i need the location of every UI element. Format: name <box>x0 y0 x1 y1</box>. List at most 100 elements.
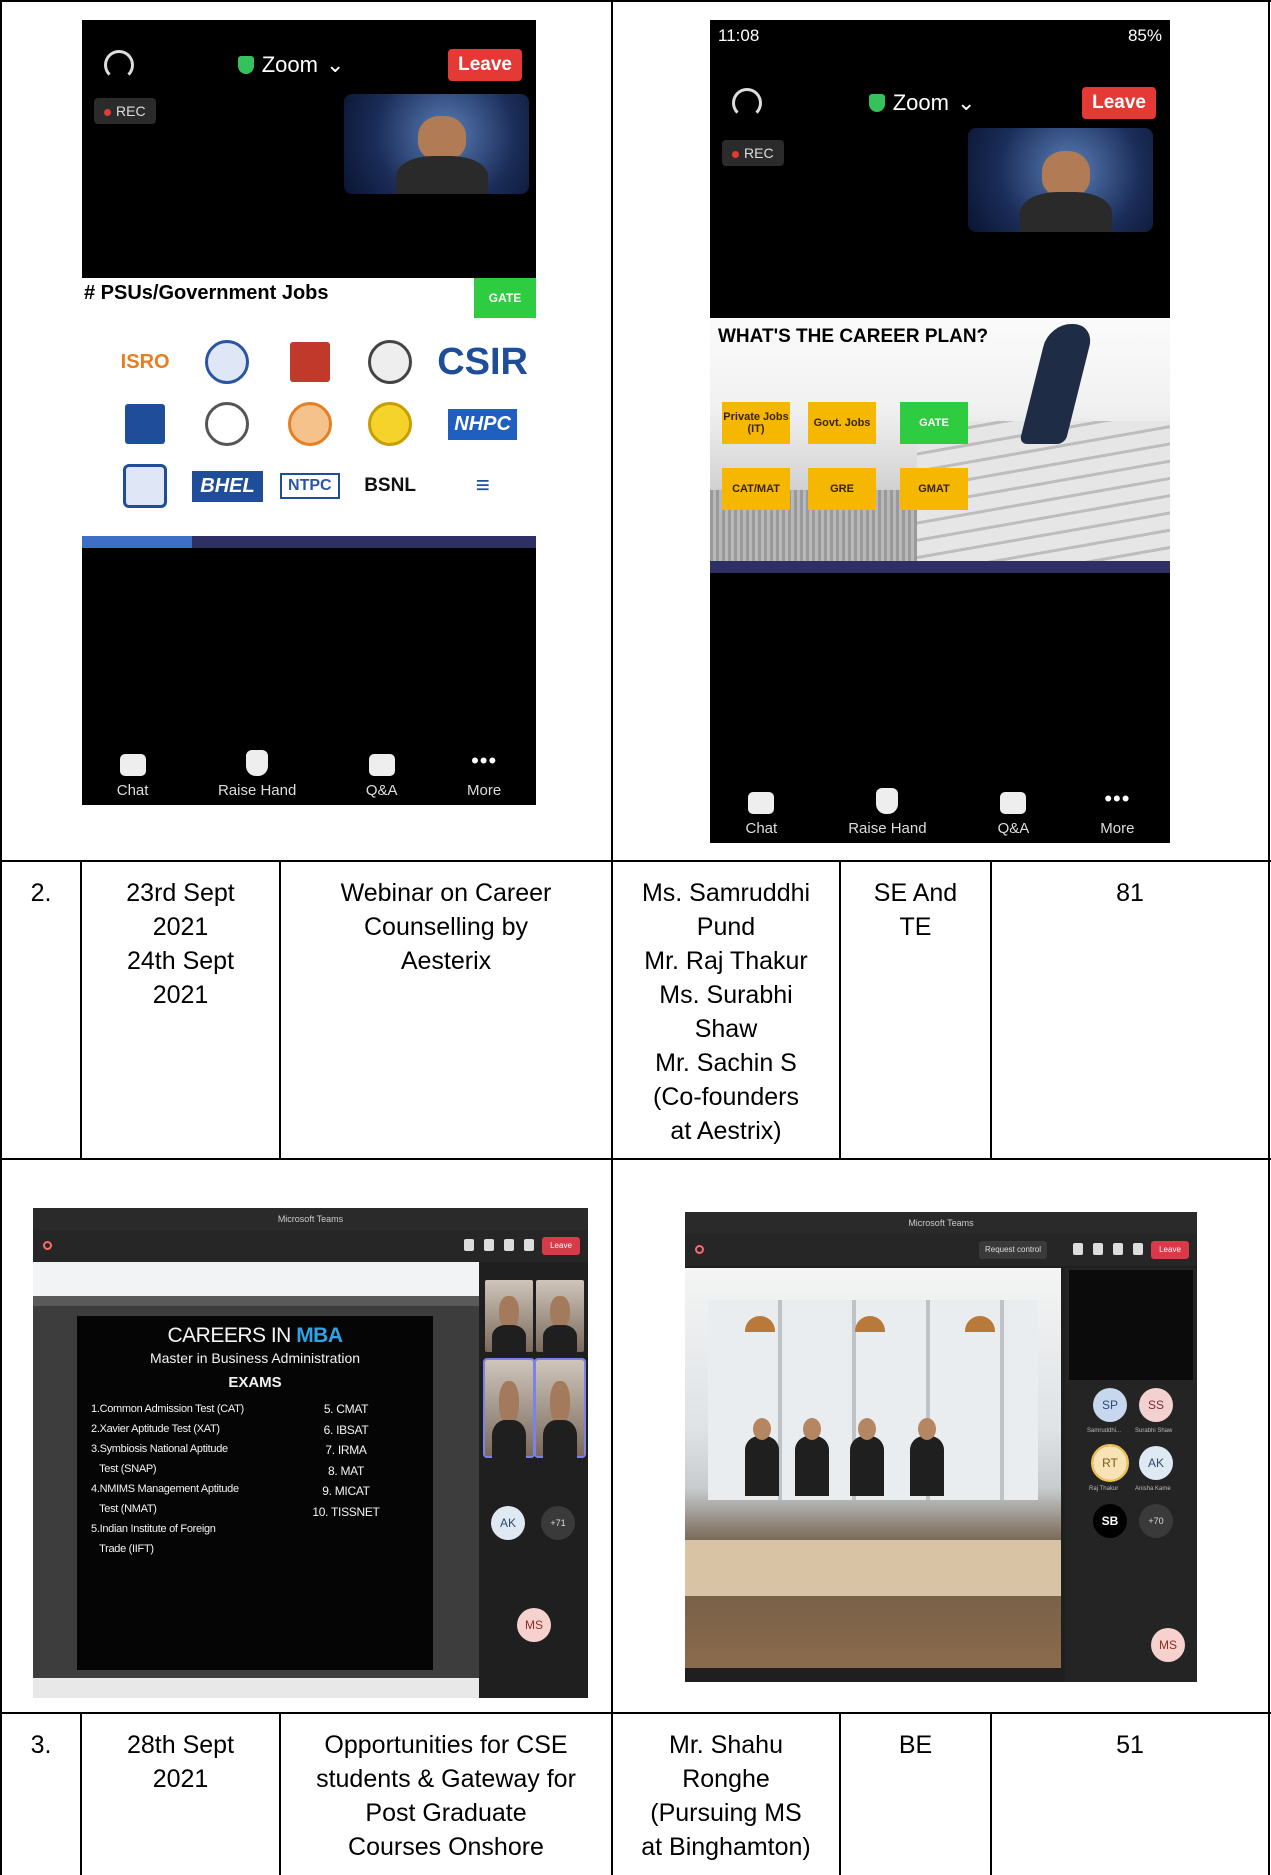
exam-list-right: 5. CMAT 6. IBSAT 7. IRMA 8. MAT 9. MICAT… <box>312 1402 380 1519</box>
zoom-screenshot-right: 11:08 85% Zoom ⌄ Leave REC WHAT'S THE CA… <box>710 20 1170 843</box>
border-left <box>0 0 2 1875</box>
row3-class: BE <box>898 1731 933 1759</box>
slide-psu-jobs: # PSUs/Government Jobs GATE ISRO CSIR NH… <box>82 278 536 548</box>
window-title: Microsoft Teams <box>685 1212 1197 1234</box>
more-dots-icon: ••• <box>1104 786 1131 811</box>
panelist <box>850 1418 884 1496</box>
status-battery: 85% <box>1127 26 1162 45</box>
avatar-rt: RT <box>1091 1444 1129 1482</box>
meeting-title: Zoom ⌄ <box>237 52 345 78</box>
exam-list-left: 1.Common Admission Test (CAT) 2.Xavier A… <box>91 1403 244 1555</box>
toolbar-icons <box>464 1239 534 1251</box>
record-icon <box>43 1241 52 1250</box>
zoom-bottom-bar: Chat Raise Hand Q&A ••• More <box>710 773 1170 843</box>
border-right <box>1268 0 1270 1875</box>
browser-chrome <box>33 1262 479 1306</box>
naval-logo <box>192 338 262 386</box>
panelist <box>745 1418 779 1496</box>
csir-logo: CSIR <box>437 340 528 383</box>
avatar-sb: SB <box>1093 1504 1127 1538</box>
headset-icon <box>732 88 762 118</box>
rec-indicator: REC <box>94 98 156 124</box>
raise-hand-button: Raise Hand <box>218 750 296 799</box>
zoom-bottom-bar: Chat Raise Hand Q&A ••• More <box>82 735 536 805</box>
hp-logo <box>112 400 178 448</box>
avatar-name: Anisha Kame <box>1135 1486 1171 1492</box>
avatar-ms: MS <box>517 1608 551 1642</box>
headset-icon <box>104 50 134 80</box>
plan-box-gmat: GMAT <box>900 468 968 510</box>
nhpc-logo: NHPC <box>437 400 528 448</box>
participant-video <box>485 1280 533 1354</box>
chat-button: Chat <box>117 754 148 799</box>
avatar-overflow: +70 <box>1139 1504 1173 1538</box>
gate-tag: GATE <box>474 278 536 318</box>
desk <box>685 1540 1061 1596</box>
shield-icon <box>868 94 885 112</box>
avatar-sp: SP <box>1093 1388 1127 1422</box>
zoom-screenshot-left: Zoom ⌄ Leave REC # PSUs/Government Jobs … <box>82 20 536 805</box>
record-icon <box>695 1245 704 1254</box>
shared-content-thumbnail <box>1069 1270 1193 1380</box>
row2-count: 81 <box>1116 879 1144 907</box>
participant-video <box>536 1280 584 1354</box>
row3-title: Opportunities for CSE students & Gateway… <box>316 1731 576 1861</box>
toolbar-icons <box>1073 1243 1143 1255</box>
meeting-title-text: Zoom <box>261 52 318 77</box>
plan-box-private-jobs: Private Jobs (IT) <box>722 402 790 444</box>
railtel-logo <box>112 462 178 510</box>
chevron-down-icon: ⌄ <box>325 52 345 77</box>
gail-logo <box>357 400 423 448</box>
qa-button: Q&A <box>998 792 1029 837</box>
windows-taskbar <box>33 1678 479 1698</box>
drdo-logo <box>357 338 423 386</box>
row3-number: 3. <box>30 1731 52 1759</box>
row2-title: Webinar on Career Counselling by Aesteri… <box>340 879 552 975</box>
ongc-logo <box>277 338 343 386</box>
hand-icon <box>246 750 269 776</box>
avatar-ss: SS <box>1139 1388 1173 1422</box>
teams-toolbar: Leave <box>33 1230 588 1262</box>
qa-icon <box>1000 792 1027 814</box>
slide-heading: # PSUs/Government Jobs <box>84 282 329 304</box>
participant-video <box>534 1358 586 1458</box>
vline-center-mid <box>611 1158 613 1712</box>
meeting-title: Zoom ⌄ <box>868 90 976 116</box>
plan-box-govt-jobs: Govt. Jobs <box>808 402 876 444</box>
exam-list: 1.Common Admission Test (CAT) 2.Xavier A… <box>77 1399 433 1559</box>
speaker-video <box>344 94 529 194</box>
shared-screen: CAREERS IN MBA Master in Business Admini… <box>33 1262 479 1698</box>
leave-button: Leave <box>448 49 522 81</box>
avatar-ms: MS <box>1151 1628 1185 1662</box>
slide-footer-band <box>710 561 1170 573</box>
bsnl-logo: BSNL <box>364 475 416 496</box>
speaker-video <box>968 128 1153 232</box>
teams-toolbar: Request control Leave <box>685 1234 1197 1266</box>
slide-title: CAREERS IN MBA <box>167 1324 343 1347</box>
plan-box-gate: GATE <box>900 402 968 444</box>
hline-3 <box>0 1712 1271 1714</box>
indianoil-logo <box>277 400 343 448</box>
chat-icon <box>748 792 775 814</box>
row2-date: 23rd Sept 2021 24th Sept 2021 <box>126 879 235 1009</box>
ntpc-logo: NTPC <box>277 462 343 510</box>
participant-video <box>483 1358 535 1458</box>
status-time: 11:08 <box>718 26 760 45</box>
row2-speakers: Ms. Samruddhi Pund Mr. Raj Thakur Ms. Su… <box>641 879 811 1145</box>
row3-speakers: Mr. Shahu Ronghe (Pursuing MS at Bingham… <box>641 1731 811 1861</box>
chat-icon <box>119 754 146 776</box>
qa-icon <box>368 754 395 776</box>
row3-date: 28th Sept 2021 <box>126 1731 235 1793</box>
avatar-name: Samruddhi... <box>1087 1428 1122 1434</box>
emblem-logo <box>192 400 262 448</box>
plan-box-cat-mat: CAT/MAT <box>722 468 790 510</box>
more-button: ••• More <box>1100 786 1135 838</box>
bhel-logo: BHEL <box>192 462 263 510</box>
meeting-room-video <box>685 1268 1061 1668</box>
chevron-down-icon: ⌄ <box>956 90 976 115</box>
raise-hand-button: Raise Hand <box>848 788 927 837</box>
leave-button: Leave <box>1151 1241 1189 1259</box>
avatar-name: Raj Thakur <box>1089 1486 1119 1492</box>
participants-panel: SP SS Samruddhi... Surabhi Shaw RT AK Ra… <box>1065 1268 1197 1682</box>
plan-box-gre: GRE <box>808 468 876 510</box>
